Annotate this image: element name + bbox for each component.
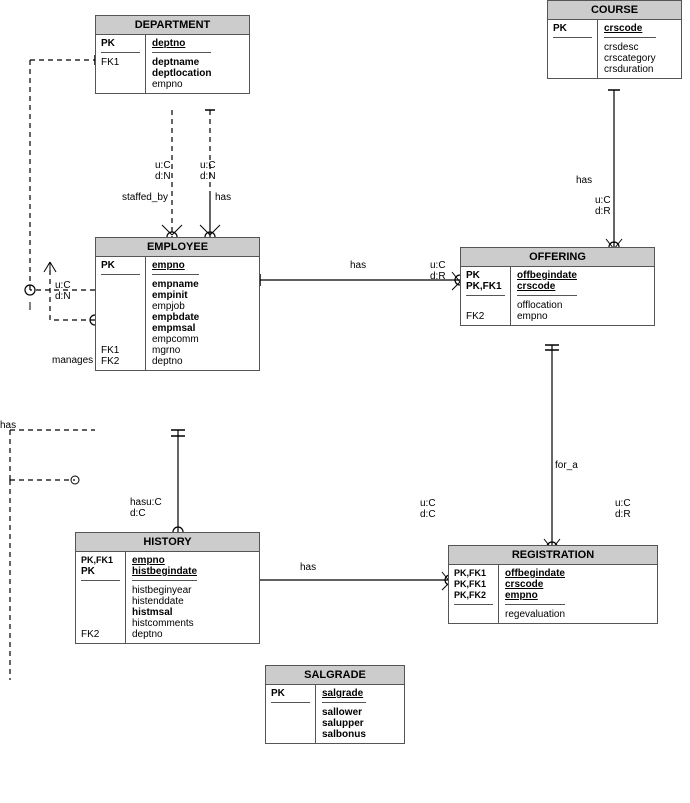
employee-entity: EMPLOYEE PK FK1 FK2 bbox=[95, 237, 260, 371]
hist-deptno: deptno bbox=[132, 629, 197, 640]
salgrade-pk-label: PK bbox=[271, 688, 285, 699]
off-empno: empno bbox=[517, 311, 577, 322]
hist-histcomments: histcomments bbox=[132, 618, 197, 629]
hist-histbegindate: histbegindate bbox=[132, 566, 197, 577]
salgrade-entity: SALGRADE PK salgrade sallower salupper s… bbox=[265, 665, 405, 744]
dept-deptlocation: deptlocation bbox=[152, 68, 211, 79]
card-uC-dR-reg: u:Cd:R bbox=[615, 498, 631, 520]
offering-entity: OFFERING PK PK,FK1 FK2 offbegindate crsc… bbox=[460, 247, 655, 326]
label-has-emp-off: has bbox=[350, 260, 366, 271]
offering-title: OFFERING bbox=[461, 248, 654, 267]
salgrade-title: SALGRADE bbox=[266, 666, 404, 685]
card-uC-dN-2: u:Cd:N bbox=[200, 160, 216, 182]
card-uC-dR-1: u:Cd:R bbox=[595, 195, 611, 217]
label-has-hist: has bbox=[300, 562, 316, 573]
label-has-course: has bbox=[576, 175, 592, 186]
course-entity: COURSE PK crscode crsdesc crscategory cr… bbox=[547, 0, 682, 79]
emp-empbdate: empbdate bbox=[152, 312, 199, 323]
label-for-a: for_a bbox=[555, 460, 578, 471]
label-has-dept: has bbox=[215, 192, 231, 203]
course-crsdesc: crsdesc bbox=[604, 42, 656, 53]
salgrade-sallower: sallower bbox=[322, 707, 366, 718]
emp-mgrno: mgrno bbox=[152, 345, 199, 356]
hist-histbeginyear: histbeginyear bbox=[132, 585, 197, 596]
dept-empno: empno bbox=[152, 79, 211, 90]
hist-histenddate: histenddate bbox=[132, 596, 197, 607]
history-entity: HISTORY PK,FK1 PK FK2 empno his bbox=[75, 532, 260, 644]
label-staffed-by: staffed_by bbox=[122, 192, 168, 203]
emp-empcomm: empcomm bbox=[152, 334, 199, 345]
card-uC-dC: u:Cd:C bbox=[420, 498, 436, 520]
course-crscategory: crscategory bbox=[604, 53, 656, 64]
emp-empjob: empjob bbox=[152, 301, 199, 312]
erd-diagram: DEPARTMENT PK FK1 deptno deptname deptlo… bbox=[0, 0, 690, 803]
emp-deptno: deptno bbox=[152, 356, 199, 367]
dept-pk-label: PK bbox=[101, 38, 115, 49]
course-crsduration: crsduration bbox=[604, 64, 656, 75]
emp-empno: empno bbox=[152, 260, 185, 271]
course-crscode: crscode bbox=[604, 23, 642, 34]
registration-entity: REGISTRATION PK,FK1 PK,FK1 PK,FK2 offbeg… bbox=[448, 545, 658, 624]
reg-offbegindate: offbegindate bbox=[505, 568, 565, 579]
card-uC-dR-2: u:Cd:R bbox=[430, 260, 446, 282]
hist-fk2-label: FK2 bbox=[81, 629, 120, 640]
emp-pk-label: PK bbox=[101, 260, 115, 271]
reg-empno: empno bbox=[505, 590, 538, 601]
label-has-left: has bbox=[0, 420, 16, 431]
employee-title: EMPLOYEE bbox=[96, 238, 259, 257]
reg-regevaluation: regevaluation bbox=[505, 609, 565, 620]
card-uC-dN-1: u:Cd:N bbox=[155, 160, 171, 182]
emp-empinit: empinit bbox=[152, 290, 199, 301]
department-entity: DEPARTMENT PK FK1 deptno deptname deptlo… bbox=[95, 15, 250, 94]
hist-empno: empno bbox=[132, 555, 165, 566]
off-crscode: crscode bbox=[517, 281, 555, 292]
emp-empname: empname bbox=[152, 279, 199, 290]
off-offbegindate: offbegindate bbox=[517, 270, 577, 281]
emp-empmsal: empmsal bbox=[152, 323, 199, 334]
dept-deptno: deptno bbox=[152, 38, 185, 49]
off-offlocation: offlocation bbox=[517, 300, 577, 311]
department-title: DEPARTMENT bbox=[96, 16, 249, 35]
course-title: COURSE bbox=[548, 1, 681, 20]
registration-title: REGISTRATION bbox=[449, 546, 657, 565]
card-hasu-dC: hasu:Cd:C bbox=[130, 497, 162, 519]
history-title: HISTORY bbox=[76, 533, 259, 552]
salgrade-salgrade: salgrade bbox=[322, 688, 363, 699]
hist-histmsal: histmsal bbox=[132, 607, 197, 618]
dept-fk1-label: FK1 bbox=[101, 57, 140, 68]
salgrade-salbonus: salbonus bbox=[322, 729, 366, 740]
salgrade-salupper: salupper bbox=[322, 718, 366, 729]
emp-fk2-label: FK2 bbox=[101, 356, 140, 367]
off-fk2-label: FK2 bbox=[466, 311, 505, 322]
course-pk-label: PK bbox=[553, 23, 567, 34]
label-manages: manages bbox=[52, 355, 93, 366]
dept-deptname: deptname bbox=[152, 57, 211, 68]
reg-crscode: crscode bbox=[505, 579, 543, 590]
emp-fk1-label: FK1 bbox=[101, 345, 140, 356]
card-uC-dN-manages: u:Cd:N bbox=[55, 280, 71, 302]
